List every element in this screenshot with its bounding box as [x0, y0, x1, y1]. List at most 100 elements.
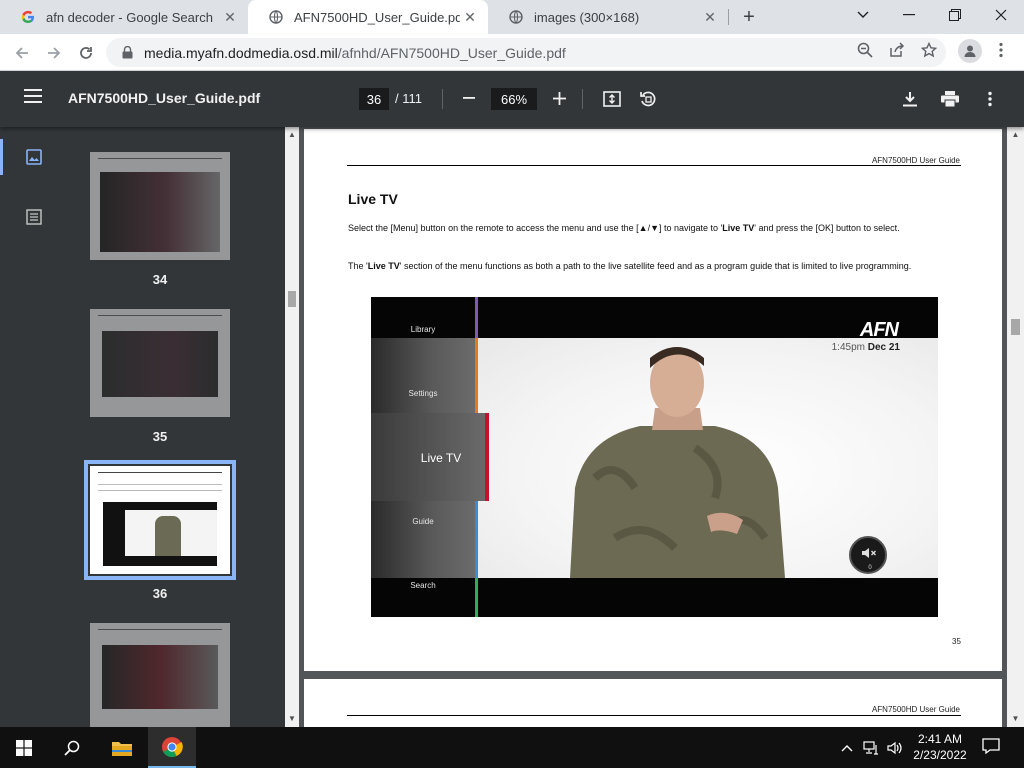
paragraph-bold: Live TV: [722, 223, 755, 233]
thumbnail-page-number: 35: [152, 429, 168, 444]
rotate-icon: [640, 91, 656, 107]
print-icon: [941, 91, 959, 107]
menu-item-search: Search: [410, 581, 436, 590]
zoom-icon[interactable]: [856, 41, 874, 59]
menu-accent-bar: [475, 578, 478, 617]
scroll-thumb[interactable]: [288, 291, 296, 307]
page-number-input[interactable]: 36: [359, 88, 389, 110]
reload-button[interactable]: [72, 39, 100, 67]
restore-button[interactable]: [932, 0, 978, 30]
page-thumbnail[interactable]: [90, 152, 230, 260]
document-scrollbar[interactable]: ▲ ▼: [1007, 127, 1024, 727]
sidebar-toggle-button[interactable]: [24, 89, 44, 109]
live-tv-screenshot: Library Settings Live TV Guide Search AF…: [371, 297, 938, 617]
vertical-dots-icon: [988, 91, 992, 107]
chrome-taskbar-button[interactable]: [148, 727, 196, 768]
section-heading: Live TV: [348, 191, 398, 207]
forward-button[interactable]: [40, 39, 68, 67]
tab-google-search[interactable]: afn decoder - Google Search ✕: [0, 0, 248, 34]
page-header-text: AFN7500HD User Guide: [871, 156, 960, 165]
share-icon[interactable]: [888, 41, 906, 59]
network-icon[interactable]: [862, 739, 880, 757]
tab-pdf[interactable]: AFN7500HD_User_Guide.pdf ✕: [248, 0, 488, 34]
live-tv-label: Live TV: [420, 451, 462, 465]
afn-logo: AFN: [859, 319, 899, 341]
active-indicator: [0, 139, 3, 175]
close-icon[interactable]: ✕: [220, 7, 240, 27]
file-explorer-button[interactable]: [98, 727, 146, 768]
pdf-page-next: AFN7500HD User Guide: [304, 679, 1002, 727]
outline-view-button[interactable]: [24, 207, 44, 227]
document-viewport[interactable]: AFN7500HD User Guide Live TV Select the …: [299, 127, 1007, 727]
menu-item-library: Library: [410, 325, 436, 334]
rotate-button[interactable]: [637, 88, 659, 110]
search-icon: [64, 740, 80, 756]
menu-accent-bar: [475, 501, 478, 578]
windows-logo-icon: [16, 739, 32, 756]
page-thumbnail-selected[interactable]: [84, 460, 236, 580]
sidebar-scrollbar[interactable]: ▲ ▼: [285, 127, 299, 727]
close-icon[interactable]: ✕: [700, 7, 720, 27]
tab-search-button[interactable]: [840, 0, 886, 30]
thumb-text-line: [98, 484, 222, 485]
scroll-thumb[interactable]: [1011, 319, 1020, 335]
system-clock[interactable]: 2:41 AM 2/23/2022: [900, 731, 980, 763]
menu-item-live-tv: Live TV: [371, 413, 489, 501]
scroll-down-arrow[interactable]: ▼: [288, 714, 296, 723]
search-button[interactable]: [48, 727, 96, 768]
scroll-up-arrow[interactable]: ▲: [1011, 130, 1020, 139]
url-text: media.myafn.dodmedia.osd.mil/afnhd/AFN75…: [144, 45, 566, 61]
chevron-up-icon[interactable]: [838, 739, 856, 757]
page-total: / 111: [395, 91, 422, 106]
download-button[interactable]: [899, 88, 921, 110]
thumb-header-line: [98, 629, 222, 630]
scroll-down-arrow[interactable]: ▼: [1011, 714, 1020, 723]
google-g-icon: [20, 9, 36, 25]
clock-date: 2/23/2022: [913, 748, 967, 762]
paragraph-text: ' and press the [OK] button to select.: [754, 223, 900, 233]
windows-taskbar: 2:41 AM 2/23/2022: [0, 727, 1024, 768]
back-button[interactable]: [8, 39, 36, 67]
plus-icon: [552, 91, 566, 105]
page-footer-number: 35: [952, 637, 961, 646]
notification-center-button[interactable]: [982, 737, 1002, 757]
more-actions-button[interactable]: [979, 88, 1001, 110]
thumb-figure: [100, 172, 220, 252]
address-bar[interactable]: media.myafn.dodmedia.osd.mil/afnhd/AFN75…: [106, 38, 946, 67]
tab-images[interactable]: images (300×168) ✕: [488, 0, 728, 34]
arrow-left-icon: [15, 47, 28, 59]
close-icon: [995, 9, 1007, 21]
sidebar-rail: [0, 127, 70, 727]
fit-page-button[interactable]: [601, 88, 623, 110]
start-button[interactable]: [0, 727, 48, 768]
profile-avatar[interactable]: [958, 39, 982, 63]
new-tab-button[interactable]: +: [737, 5, 761, 29]
lock-icon[interactable]: [120, 46, 134, 60]
window-close-button[interactable]: [978, 0, 1024, 30]
zoom-in-button[interactable]: [548, 87, 570, 109]
restore-icon: [949, 9, 961, 21]
zoom-input[interactable]: 66%: [491, 88, 537, 110]
chevron-down-icon: [857, 11, 869, 18]
thumbnail-sidebar: 34 35 36: [0, 127, 285, 727]
star-icon[interactable]: [920, 41, 938, 59]
thumbnails-view-button[interactable]: [24, 147, 44, 167]
scroll-up-arrow[interactable]: ▲: [288, 130, 296, 139]
paragraph-text: The ': [348, 261, 368, 271]
kebab-menu-button[interactable]: [992, 41, 1010, 59]
zoom-out-button[interactable]: [458, 87, 480, 109]
tab-title: images (300×168): [534, 9, 640, 25]
minimize-button[interactable]: [886, 0, 932, 30]
chrome-icon: [162, 736, 183, 757]
download-icon: [903, 92, 917, 107]
paragraph-text: Select the [Menu] button on the remote t…: [348, 223, 723, 233]
print-button[interactable]: [939, 88, 961, 110]
page-thumbnail[interactable]: [90, 309, 230, 417]
url-path: /afnhd/AFN7500HD_User_Guide.pdf: [337, 44, 566, 61]
pdf-page: AFN7500HD User Guide Live TV Select the …: [304, 129, 1002, 671]
figure-time: 1:45pm: [831, 342, 865, 353]
list-icon: [26, 209, 42, 225]
page-thumbnail[interactable]: [90, 623, 230, 727]
close-icon[interactable]: ✕: [460, 7, 480, 27]
fit-to-page-icon: [603, 91, 621, 107]
